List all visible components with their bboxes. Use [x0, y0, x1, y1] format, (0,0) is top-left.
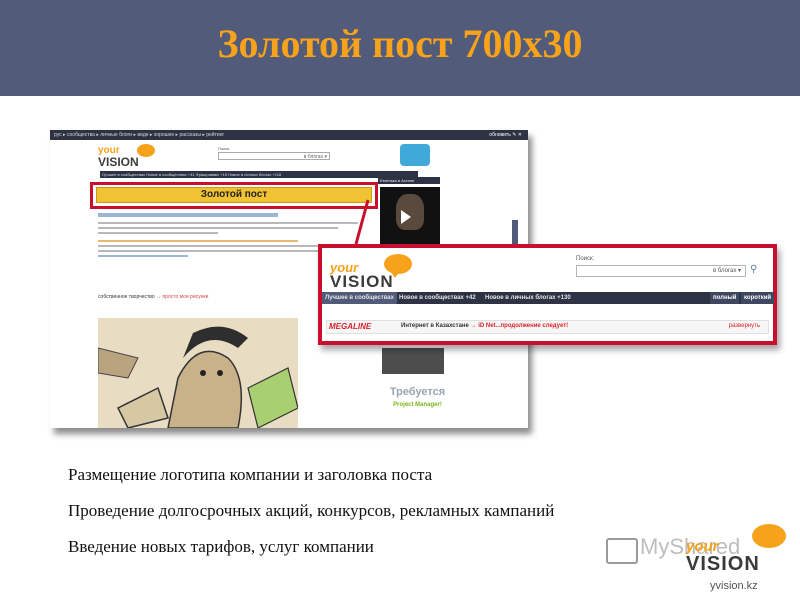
tab-new-communities[interactable]: Новое в сообществах +42: [396, 292, 479, 304]
right-column-heading: Евгенька в Астане: [378, 177, 440, 184]
post-drawing-image: [98, 318, 298, 428]
section-heading: собственное творчество → просто мои рису…: [98, 294, 208, 300]
slide-bullets: Размещение логотипа компании и заголовка…: [68, 462, 554, 570]
sketch-illustration: [98, 326, 298, 428]
site-topbar: рус ▸ сообщества ▸ личные блоги ▸ виде ▸…: [50, 130, 528, 140]
logo-vision-text: VISION: [330, 272, 394, 291]
bullet-item: Проведение долгосрочных акций, конкурсов…: [68, 501, 555, 520]
myshared-icon: [606, 538, 638, 564]
slide-header: Золотой пост 700х30: [0, 0, 800, 96]
search-label: Поиск:: [576, 256, 595, 262]
site-tabbar: Лучшее в сообществах Новое в сообществах…: [322, 292, 775, 304]
bullet-item: Размещение логотипа компании и заголовка…: [68, 465, 433, 484]
zoomed-callout: your VISION Поиск: в блогах ▾ ⚲ Лучшее в…: [318, 244, 777, 345]
topbar-right-controls[interactable]: обновить ✎ ✕: [489, 130, 522, 140]
site-logo-small[interactable]: your VISION: [98, 146, 139, 169]
search-label-small: Поиск:: [218, 146, 231, 151]
site-tabbar-small: Лучшее в сообществах Новое в сообществах…: [100, 171, 418, 178]
play-icon[interactable]: [401, 210, 411, 224]
watermark-logo: your VISION: [686, 538, 760, 575]
watermark-your-text: your: [686, 538, 719, 555]
search-icon[interactable]: ⚲: [750, 264, 757, 275]
search-input[interactable]: в блогах ▾: [576, 265, 746, 277]
job-ad-title[interactable]: Требуется: [380, 386, 455, 398]
logo-vision-text: VISION: [98, 155, 139, 169]
section-heading-text[interactable]: собственное творчество: [98, 294, 155, 300]
bullet-item: Введение новых тарифов, услуг компании: [68, 537, 374, 556]
megaline-logo: MEGALINE: [329, 322, 372, 331]
topbar-nav-text[interactable]: рус ▸ сообщества ▸ личные блоги ▸ виде ▸…: [54, 130, 224, 140]
watermark-vision-text: VISION: [686, 553, 760, 575]
follow-badge-icon[interactable]: [400, 144, 430, 166]
golden-post-bar[interactable]: Золотой пост: [96, 187, 372, 203]
golden-post-ad-bar[interactable]: MEGALINE Интернет в Казахстане → iD Net.…: [326, 320, 769, 334]
job-ad-subtitle[interactable]: Project Manager!: [380, 402, 455, 408]
tab-short-view[interactable]: короткий: [741, 292, 775, 304]
post-title-line[interactable]: [98, 213, 278, 217]
tab-full-view[interactable]: полный: [710, 292, 740, 304]
ad-text-main: Интернет в Казахстане: [401, 323, 469, 329]
logo-bubble-icon: [137, 144, 155, 157]
right-column-heading-text: Евгенька в Астане: [380, 178, 415, 183]
site-logo[interactable]: your VISION: [330, 261, 394, 291]
expand-link[interactable]: развернуть: [729, 323, 760, 329]
watermark-domain: yvision.kz: [710, 580, 758, 592]
tab-new-personal-blogs[interactable]: Новое в личных блогах +130: [482, 292, 574, 304]
photo-thumbnail-grid[interactable]: [382, 348, 444, 374]
section-link[interactable]: просто мои рисунки: [162, 294, 208, 300]
ad-text-highlight: iD Net...продолжение следует!: [478, 323, 569, 329]
search-input-small[interactable]: в блогах ▾: [218, 152, 330, 160]
ad-text: Интернет в Казахстане → iD Net...продолж…: [401, 323, 568, 329]
tabbar-small-text[interactable]: Лучшее в сообществах Новое в сообществах…: [100, 171, 418, 178]
slide-title: Золотой пост 700х30: [217, 21, 583, 66]
tab-best-communities[interactable]: Лучшее в сообществах: [322, 292, 397, 304]
